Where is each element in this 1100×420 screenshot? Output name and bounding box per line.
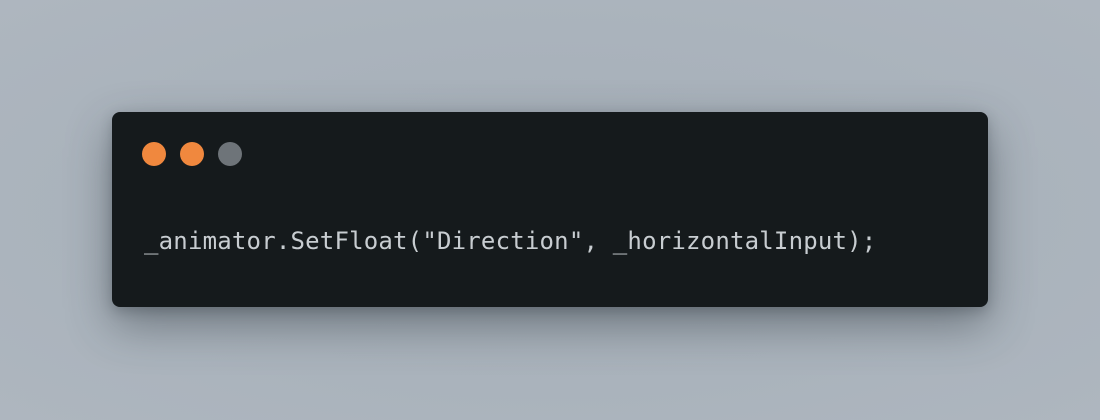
minimize-dot-icon[interactable] [180, 142, 204, 166]
code-line: _animator.SetFloat("Direction", _horizon… [144, 227, 877, 255]
close-dot-icon[interactable] [142, 142, 166, 166]
zoom-dot-icon[interactable] [218, 142, 242, 166]
window-controls [142, 142, 242, 166]
code-window: _animator.SetFloat("Direction", _horizon… [112, 112, 988, 307]
